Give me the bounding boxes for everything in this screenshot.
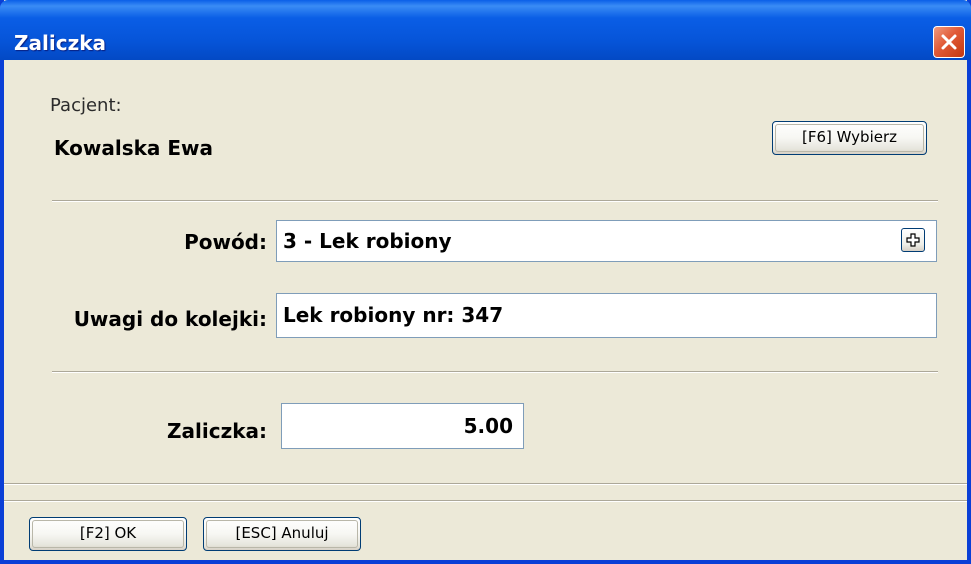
queue-notes-field[interactable]: Lek robiony nr: 347 bbox=[276, 293, 937, 338]
reason-field[interactable]: 3 - Lek robiony bbox=[276, 220, 937, 262]
separator-middle bbox=[52, 371, 938, 373]
close-icon bbox=[941, 34, 957, 50]
cancel-button-label: [ESC] Anuluj bbox=[235, 524, 329, 542]
reason-label: Powód: bbox=[184, 230, 267, 254]
plus-icon bbox=[906, 233, 920, 247]
patient-name: Kowalska Ewa bbox=[54, 136, 214, 160]
select-patient-button[interactable]: [F6] Wybierz bbox=[772, 121, 927, 155]
title-bar[interactable]: Zaliczka bbox=[0, 0, 971, 60]
advance-label: Zaliczka: bbox=[167, 419, 267, 443]
dialog-window: Zaliczka Pacjent: Kowalska Ewa [F6] Wybi… bbox=[0, 0, 971, 564]
separator-top bbox=[52, 200, 938, 202]
add-reason-button[interactable] bbox=[901, 228, 925, 252]
reason-value: 3 - Lek robiony bbox=[283, 229, 452, 253]
advance-amount-value: 5.00 bbox=[463, 414, 513, 438]
ok-button[interactable]: [F2] OK bbox=[29, 517, 187, 551]
window-title: Zaliczka bbox=[14, 31, 107, 55]
dialog-body: Pacjent: Kowalska Ewa [F6] Wybierz Powód… bbox=[4, 60, 967, 560]
queue-notes-value: Lek robiony nr: 347 bbox=[283, 303, 504, 327]
patient-caption: Pacjent: bbox=[50, 95, 122, 116]
separator-footer bbox=[4, 500, 967, 502]
ok-button-label: [F2] OK bbox=[79, 524, 137, 542]
queue-notes-label: Uwagi do kolejki: bbox=[73, 307, 267, 331]
separator-bottom bbox=[4, 483, 967, 485]
select-patient-button-label: [F6] Wybierz bbox=[801, 128, 898, 146]
close-button[interactable] bbox=[933, 26, 965, 58]
cancel-button[interactable]: [ESC] Anuluj bbox=[203, 517, 361, 551]
advance-amount-field[interactable]: 5.00 bbox=[281, 403, 524, 449]
